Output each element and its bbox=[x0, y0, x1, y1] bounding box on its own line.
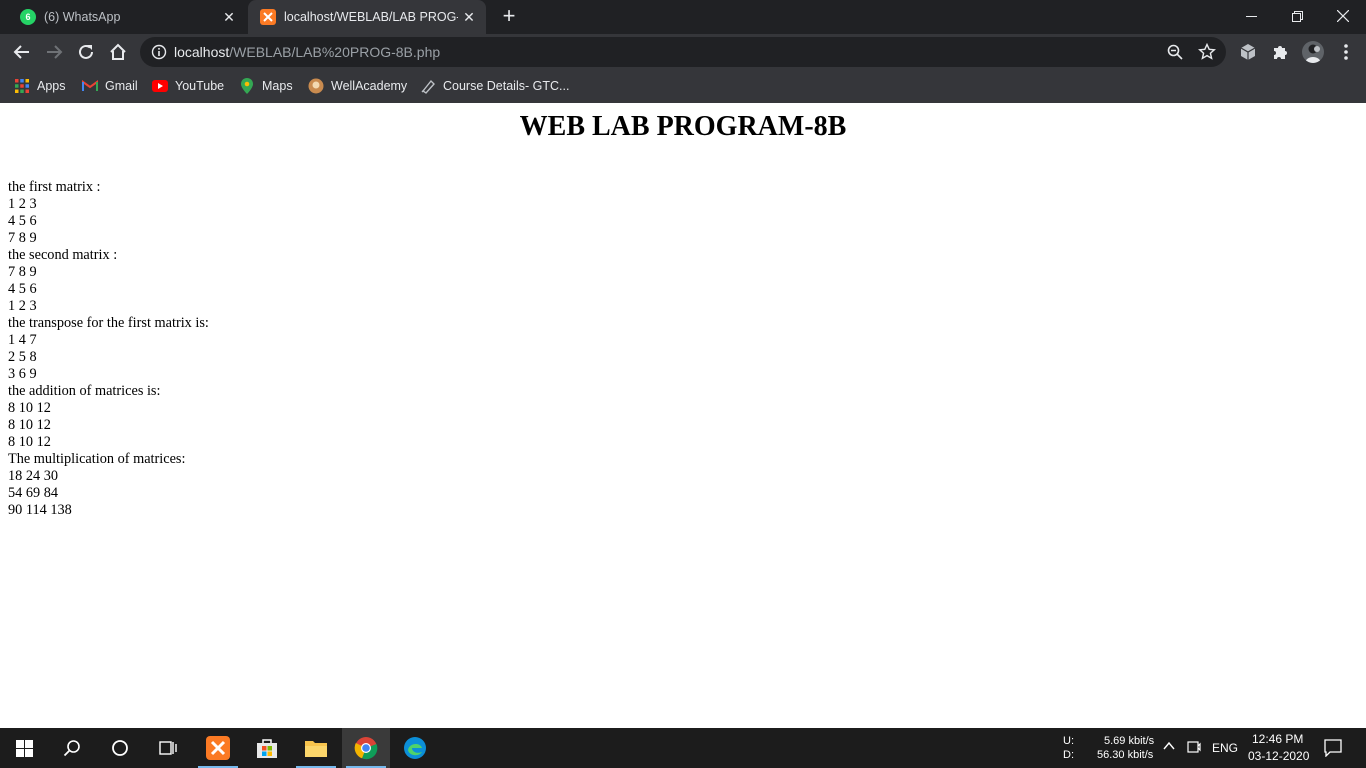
course-icon bbox=[420, 78, 436, 94]
home-icon[interactable] bbox=[105, 39, 131, 65]
output-line: 1 4 7 bbox=[8, 332, 37, 348]
xampp-taskbar-icon[interactable] bbox=[194, 728, 242, 768]
output-line: the transpose for the first matrix is: bbox=[8, 315, 209, 331]
whatsapp-icon: 6 bbox=[20, 9, 36, 25]
apps-grid-icon bbox=[14, 78, 30, 94]
url-host: localhost bbox=[174, 44, 230, 60]
maps-icon bbox=[239, 78, 255, 94]
youtube-icon bbox=[152, 78, 168, 94]
back-icon[interactable] bbox=[9, 39, 35, 65]
output-lines: the first matrix : 1 2 3 4 5 6 7 8 9 the… bbox=[8, 179, 209, 519]
xampp-icon bbox=[260, 9, 276, 25]
page-content: WEB LAB PROGRAM-8B the first matrix : 1 … bbox=[0, 103, 1366, 728]
output-line: The multiplication of matrices: bbox=[8, 451, 186, 467]
bookmarks-bar: Apps Gmail YouTube Maps WellAcademy Cour… bbox=[0, 70, 1366, 103]
notifications-icon[interactable] bbox=[1324, 739, 1342, 760]
clock-date[interactable]: 03-12-2020 bbox=[1248, 749, 1309, 763]
task-view-icon[interactable] bbox=[144, 728, 192, 768]
output-line: 7 8 9 bbox=[8, 230, 37, 246]
output-line: 3 6 9 bbox=[8, 366, 37, 382]
bookmark-apps[interactable]: Apps bbox=[14, 76, 66, 96]
new-tab-icon[interactable]: + bbox=[498, 5, 520, 28]
bookmark-label: Gmail bbox=[105, 79, 138, 93]
bookmark-label: WellAcademy bbox=[331, 79, 408, 93]
bookmark-label: Maps bbox=[262, 79, 293, 93]
zoom-icon[interactable] bbox=[1166, 43, 1184, 61]
url-text: localhost/WEBLAB/LAB%20PROG-8B.php bbox=[174, 44, 440, 60]
bookmark-course-details[interactable]: Course Details- GTC... bbox=[420, 76, 569, 96]
upload-speed: 5.69 kbit/s bbox=[1104, 735, 1155, 747]
output-line: 18 24 30 bbox=[8, 468, 59, 484]
store-icon[interactable] bbox=[243, 728, 291, 768]
address-bar[interactable]: localhost/WEBLAB/LAB%20PROG-8B.php bbox=[140, 37, 1226, 67]
output-line: 7 8 9 bbox=[8, 264, 37, 280]
bookmark-gmail[interactable]: Gmail bbox=[82, 76, 138, 96]
restore-icon[interactable] bbox=[1274, 0, 1320, 32]
clock-time[interactable]: 12:46 PM bbox=[1252, 732, 1303, 746]
reload-icon[interactable] bbox=[73, 39, 99, 65]
download-label: D: bbox=[1063, 749, 1074, 761]
taskbar: U: D: 5.69 kbit/s 56.30 kbit/s ENG 12:46… bbox=[0, 728, 1366, 768]
bookmark-label: Course Details- GTC... bbox=[443, 79, 570, 93]
windows-start-icon[interactable] bbox=[0, 728, 48, 768]
close-tab-icon[interactable]: ✕ bbox=[218, 9, 240, 26]
output-line: 8 10 12 bbox=[8, 434, 51, 450]
tab-whatsapp[interactable]: 6 (6) WhatsApp ✕ bbox=[8, 0, 246, 34]
browser-toolbar: localhost/WEBLAB/LAB%20PROG-8B.php bbox=[0, 34, 1366, 70]
bookmark-youtube[interactable]: YouTube bbox=[152, 76, 224, 96]
output-line: the addition of matrices is: bbox=[8, 383, 161, 399]
chevron-up-icon[interactable] bbox=[1163, 740, 1175, 755]
output-line: 90 114 138 bbox=[8, 502, 72, 518]
site-info-icon[interactable] bbox=[151, 44, 167, 60]
forward-icon[interactable] bbox=[41, 39, 67, 65]
output-line: 4 5 6 bbox=[8, 281, 37, 297]
bookmark-label: Apps bbox=[37, 79, 66, 93]
meet-now-icon[interactable] bbox=[1187, 740, 1201, 757]
bookmark-label: YouTube bbox=[175, 79, 225, 93]
tab-title: (6) WhatsApp bbox=[44, 10, 121, 24]
output-line: 1 2 3 bbox=[8, 298, 37, 314]
bookmark-maps[interactable]: Maps bbox=[239, 76, 293, 96]
language-indicator[interactable]: ENG bbox=[1212, 741, 1238, 755]
output-line: 8 10 12 bbox=[8, 417, 51, 433]
tab-strip: 6 (6) WhatsApp ✕ localhost/WEBLAB/LAB PR… bbox=[0, 0, 1366, 34]
edge-icon[interactable] bbox=[391, 728, 439, 768]
output-line: the second matrix : bbox=[8, 247, 118, 263]
whatsapp-badge: 6 bbox=[25, 12, 31, 22]
gmail-icon bbox=[82, 78, 98, 94]
bookmark-star-icon[interactable] bbox=[1198, 42, 1216, 61]
wellacademy-icon bbox=[308, 78, 324, 94]
output-line: 1 2 3 bbox=[8, 196, 37, 212]
chrome-icon[interactable] bbox=[342, 728, 390, 768]
output-line: 54 69 84 bbox=[8, 485, 59, 501]
extension-cube-icon[interactable] bbox=[1238, 42, 1258, 62]
menu-dots-icon[interactable] bbox=[1336, 42, 1356, 62]
search-icon[interactable] bbox=[48, 728, 96, 768]
cortana-icon[interactable] bbox=[96, 728, 144, 768]
page-heading: WEB LAB PROGRAM-8B bbox=[519, 111, 847, 142]
minimize-icon[interactable] bbox=[1228, 0, 1274, 32]
url-path: /WEBLAB/LAB%20PROG-8B.php bbox=[229, 44, 441, 60]
output-line: 2 5 8 bbox=[8, 349, 37, 365]
extensions-puzzle-icon[interactable] bbox=[1270, 42, 1290, 62]
file-explorer-icon[interactable] bbox=[292, 728, 340, 768]
upload-label: U: bbox=[1063, 735, 1074, 747]
tab-title: localhost/WEBLAB/LAB PROG-8B bbox=[284, 10, 458, 24]
download-speed: 56.30 kbit/s bbox=[1097, 749, 1154, 761]
profile-avatar[interactable] bbox=[1302, 41, 1324, 63]
tab-localhost[interactable]: localhost/WEBLAB/LAB PROG-8B ✕ bbox=[248, 0, 486, 34]
close-tab-icon[interactable]: ✕ bbox=[458, 9, 480, 26]
output-line: 4 5 6 bbox=[8, 213, 37, 229]
output-line: 8 10 12 bbox=[8, 400, 51, 416]
bookmark-wellacademy[interactable]: WellAcademy bbox=[308, 76, 407, 96]
close-window-icon[interactable] bbox=[1320, 0, 1366, 32]
output-line: the first matrix : bbox=[8, 179, 101, 195]
